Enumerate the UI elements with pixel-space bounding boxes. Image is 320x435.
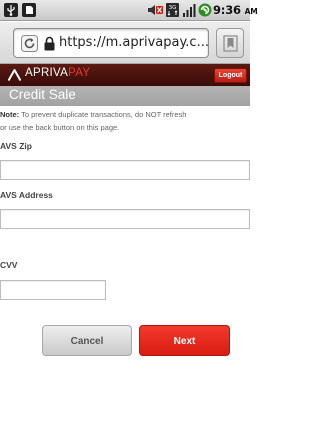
logout-button[interactable]: Logout — [214, 68, 247, 83]
page-title: Credit Sale — [9, 87, 76, 102]
clock-ampm: AM — [244, 7, 258, 16]
network-3g-icon: 3G — [166, 3, 179, 17]
bookmark-button[interactable] — [216, 28, 244, 58]
cvv-field[interactable] — [0, 280, 106, 300]
bookmark-icon — [223, 35, 238, 52]
cancel-button[interactable]: Cancel — [42, 325, 132, 356]
brand-logo: APRIVAPAY — [25, 67, 90, 79]
brand-name-part1: APRIVA — [25, 67, 69, 79]
url-field[interactable]: https://m.aprivapay.c... — [13, 28, 209, 58]
browser-toolbar: https://m.aprivapay.c... — [0, 22, 250, 64]
note-label: Note: — [0, 110, 20, 119]
apriva-logo-icon — [8, 69, 21, 81]
sd-card-icon — [22, 3, 36, 17]
cvv-label: CVV — [0, 260, 18, 270]
lock-icon — [44, 36, 55, 51]
battery-icon — [198, 3, 212, 17]
signal-icon — [183, 4, 196, 17]
duplicate-warning-note: Note: To prevent duplicate transactions,… — [0, 108, 250, 134]
next-button[interactable]: Next — [139, 325, 230, 356]
title-bar: Credit Sale — [0, 86, 250, 106]
status-bar: 3G 9:36 AM — [0, 0, 258, 21]
note-line2: or use the back button on this page. — [0, 123, 120, 132]
clock: 9:36 AM — [213, 3, 258, 17]
reload-icon[interactable] — [21, 35, 38, 52]
app-header: APRIVAPAY Logout — [0, 64, 250, 86]
avs-zip-label: AVS Zip — [0, 141, 32, 151]
clock-time: 9:36 — [213, 3, 241, 17]
usb-icon — [4, 3, 18, 17]
svg-text:3G: 3G — [169, 5, 177, 11]
mute-icon — [148, 5, 163, 15]
url-text: https://m.aprivapay.c... — [59, 35, 209, 50]
avs-address-field[interactable] — [0, 209, 250, 229]
avs-zip-field[interactable] — [0, 160, 250, 180]
note-line1: To prevent duplicate transactions, do NO… — [19, 110, 187, 119]
avs-address-label: AVS Address — [0, 190, 53, 200]
brand-name-part2: PAY — [68, 67, 91, 79]
